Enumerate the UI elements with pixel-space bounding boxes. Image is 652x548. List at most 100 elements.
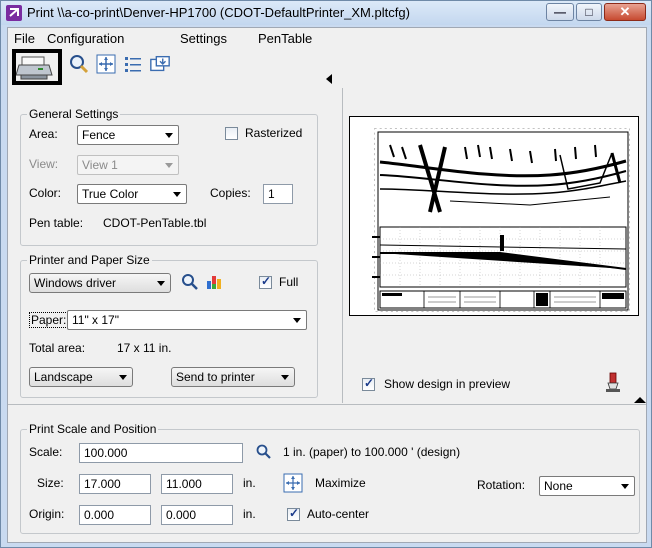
color-palette-icon[interactable]: [205, 273, 223, 291]
view-select[interactable]: View 1: [77, 155, 179, 175]
full-label: Full: [279, 275, 299, 289]
scale-position-title: Print Scale and Position: [27, 422, 159, 436]
size-label: Size:: [37, 476, 64, 490]
menu-bar: File Configuration Settings PenTable: [8, 28, 646, 48]
chevron-down-icon: [165, 133, 173, 138]
size-width-value: 17.000: [84, 477, 121, 491]
chevron-down-icon: [157, 281, 165, 286]
origin-y-value: 0.000: [166, 508, 197, 522]
origin-x-input[interactable]: 0.000: [79, 505, 151, 525]
pen-table-value: CDOT-PenTable.tbl: [103, 216, 207, 230]
copies-input[interactable]: 1: [263, 184, 293, 204]
maximize-button[interactable]: □: [576, 3, 602, 21]
destination-value: Send to printer: [176, 370, 255, 384]
title-bar[interactable]: Print \\a-co-print\Denver-HP1700 (CDOT-D…: [1, 1, 651, 25]
chevron-down-icon: [281, 375, 289, 380]
list-icon[interactable]: [122, 53, 144, 75]
area-value: Fence: [82, 128, 116, 142]
expand-panel-icon[interactable]: [634, 397, 646, 403]
export-icon[interactable]: [149, 53, 171, 75]
origin-unit: in.: [243, 507, 256, 521]
preview-drawing: [372, 128, 630, 313]
fit-area-icon[interactable]: [95, 53, 117, 75]
minimize-button[interactable]: —: [546, 3, 574, 21]
scale-value: 100.000: [84, 446, 128, 460]
total-area-value: 17 x 11 in.: [117, 341, 172, 355]
menu-file[interactable]: File: [14, 31, 35, 46]
driver-value: Windows driver: [34, 276, 117, 290]
origin-label: Origin:: [29, 507, 65, 521]
paper-select[interactable]: 11" x 17": [67, 310, 307, 330]
full-checkbox[interactable]: [259, 274, 272, 289]
view-value: View 1: [82, 158, 118, 172]
destination-select[interactable]: Send to printer: [171, 367, 295, 387]
section-divider: [8, 404, 646, 405]
chevron-down-icon: [621, 484, 629, 489]
maximize-icon: □: [585, 5, 593, 19]
print-dialog-window: Print \\a-co-print\Denver-HP1700 (CDOT-D…: [0, 0, 652, 548]
minimize-icon: —: [554, 5, 566, 19]
color-label: Color:: [29, 186, 62, 200]
printer-paper-title: Printer and Paper Size: [27, 253, 152, 267]
total-area-label: Total area:: [29, 341, 86, 355]
rasterized-label: Rasterized: [245, 126, 303, 140]
rotation-select[interactable]: None: [539, 476, 635, 496]
origin-y-input[interactable]: 0.000: [161, 505, 233, 525]
print-button[interactable]: [12, 49, 62, 85]
orientation-value: Landscape: [34, 370, 93, 384]
rotation-label: Rotation:: [477, 478, 526, 492]
scale-label: Scale:: [29, 445, 63, 459]
rotation-value: None: [544, 479, 573, 493]
copies-value: 1: [268, 187, 275, 201]
show-design-checkbox[interactable]: [362, 376, 375, 391]
window-title: Print \\a-co-print\Denver-HP1700 (CDOT-D…: [27, 5, 410, 20]
toolbar: [8, 48, 646, 88]
close-icon: ✕: [619, 4, 631, 19]
dialog-client-area: File Configuration Settings PenTable Gen…: [7, 27, 647, 543]
highlighter-icon[interactable]: [603, 371, 623, 393]
printer-paper-group: Printer and Paper Size Windows driver Fu…: [20, 253, 318, 398]
search-icon[interactable]: [181, 273, 199, 291]
area-select[interactable]: Fence: [77, 125, 179, 145]
preview-zoom-icon[interactable]: [68, 53, 90, 75]
size-height-value: 11.000: [166, 477, 202, 491]
size-height-input[interactable]: 11.000: [161, 474, 233, 494]
menu-settings[interactable]: Settings: [180, 31, 227, 46]
maximize-label[interactable]: Maximize: [315, 476, 366, 490]
view-label: View:: [29, 157, 59, 171]
auto-center-checkbox[interactable]: [287, 506, 300, 521]
menu-configuration[interactable]: Configuration: [47, 31, 124, 46]
paper-label: Paper:: [29, 312, 69, 328]
scale-position-group: Print Scale and Position Scale: 100.000 …: [20, 422, 640, 534]
pen-table-label: Pen table:: [29, 216, 84, 230]
printer-icon: [16, 56, 53, 80]
size-width-input[interactable]: 17.000: [79, 474, 151, 494]
rasterized-checkbox[interactable]: [225, 127, 238, 140]
scale-description: 1 in. (paper) to 100.000 ' (design): [283, 445, 461, 459]
search-icon[interactable]: [256, 444, 272, 460]
origin-x-value: 0.000: [84, 508, 115, 522]
show-design-label: Show design in preview: [384, 377, 511, 391]
general-settings-group: General Settings Area: Fence Rasterized …: [20, 107, 318, 246]
driver-select[interactable]: Windows driver: [29, 273, 171, 293]
chevron-down-icon: [173, 192, 181, 197]
copies-label: Copies:: [210, 186, 251, 200]
orientation-select[interactable]: Landscape: [29, 367, 133, 387]
chevron-down-icon: [293, 318, 301, 323]
close-button[interactable]: ✕: [604, 3, 646, 21]
print-app-icon: [6, 5, 22, 21]
collapse-panel-icon[interactable]: [326, 74, 332, 84]
color-select[interactable]: True Color: [77, 184, 187, 204]
print-preview: [349, 116, 639, 316]
paper-value: 11" x 17": [72, 313, 119, 327]
auto-center-label: Auto-center: [307, 507, 370, 521]
scale-input[interactable]: 100.000: [79, 443, 243, 463]
panel-divider[interactable]: [342, 88, 343, 403]
menu-pentable[interactable]: PenTable: [258, 31, 312, 46]
area-label: Area:: [29, 127, 58, 141]
maximize-icon[interactable]: [283, 473, 303, 493]
chevron-down-icon: [119, 375, 127, 380]
general-settings-title: General Settings: [27, 107, 121, 121]
color-value: True Color: [82, 187, 139, 201]
size-unit: in.: [243, 476, 256, 490]
